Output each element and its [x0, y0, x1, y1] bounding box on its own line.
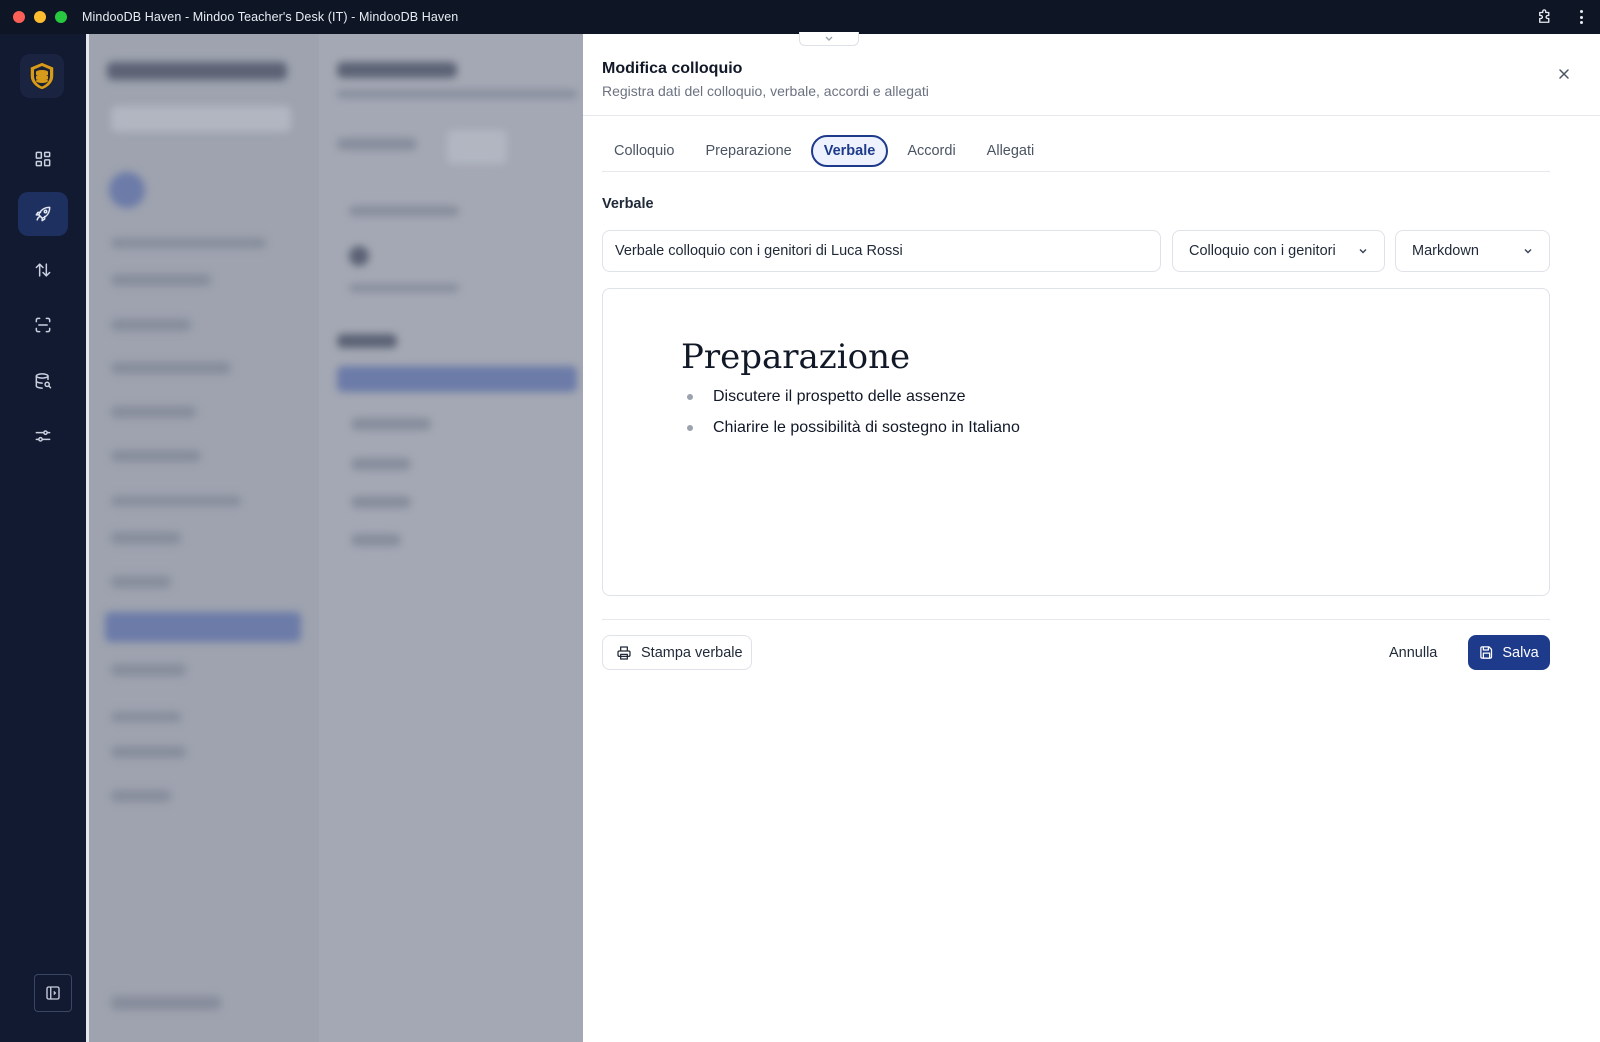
editor-heading: Preparazione	[681, 337, 911, 377]
list-item: Discutere il prospetto delle assenze	[687, 387, 1020, 418]
rail-item-settings[interactable]	[18, 414, 68, 458]
rail-item-scan[interactable]	[18, 303, 68, 347]
tab-accordi[interactable]: Accordi	[895, 136, 967, 166]
sidebar-toggle-icon	[46, 986, 60, 1000]
window-controls	[13, 11, 67, 23]
drawer-title: Modifica colloquio	[602, 60, 743, 77]
printer-icon	[617, 645, 631, 660]
minimize-window-button[interactable]	[34, 11, 46, 23]
background-overlay[interactable]	[86, 34, 583, 1042]
interview-type-value: Colloquio con i genitori	[1189, 243, 1336, 259]
save-button[interactable]: Salva	[1468, 635, 1550, 670]
grid-icon	[35, 151, 51, 167]
sort-arrows-icon	[35, 263, 51, 277]
edit-interview-drawer: Modifica colloquio Registra dati del col…	[583, 32, 1600, 1042]
more-menu-icon[interactable]	[1578, 8, 1584, 26]
scan-icon	[35, 317, 51, 333]
maximize-window-button[interactable]	[55, 11, 67, 23]
drawer-header: Modifica colloquio Registra dati del col…	[583, 34, 1600, 116]
tab-preparazione[interactable]: Preparazione	[693, 136, 803, 166]
minutes-title-input[interactable]: Verbale colloquio con i genitori di Luca…	[602, 230, 1161, 272]
tab-colloquio[interactable]: Colloquio	[602, 136, 686, 166]
rail-item-launch[interactable]	[18, 192, 68, 236]
shield-logo-icon	[20, 54, 64, 98]
rail-item-database[interactable]	[18, 359, 68, 403]
app-rail	[0, 34, 86, 1042]
extension-icon[interactable]	[1536, 8, 1554, 26]
print-minutes-label: Stampa verbale	[641, 644, 743, 661]
database-search-icon	[35, 373, 52, 389]
format-select[interactable]: Markdown	[1395, 230, 1550, 272]
tab-verbale[interactable]: Verbale	[810, 134, 889, 167]
save-label: Salva	[1502, 644, 1539, 661]
sidebar-toggle-button[interactable]	[34, 974, 72, 1012]
window-titlebar: MindooDB Haven - Mindoo Teacher's Desk (…	[0, 0, 1600, 34]
save-icon	[1480, 646, 1493, 659]
footer-divider	[602, 619, 1550, 620]
sliders-icon	[35, 430, 51, 442]
tab-allegati[interactable]: Allegati	[975, 136, 1047, 166]
list-item: Chiarire le possibilità di sostegno in I…	[687, 418, 1020, 449]
window-title: MindooDB Haven - Mindoo Teacher's Desk (…	[82, 10, 459, 24]
print-minutes-button[interactable]: Stampa verbale	[602, 635, 752, 670]
chevron-down-icon	[1359, 249, 1367, 254]
close-window-button[interactable]	[13, 11, 25, 23]
format-value: Markdown	[1412, 243, 1479, 259]
section-label: Verbale	[602, 196, 654, 212]
minutes-editor[interactable]: Preparazione Discutere il prospetto dell…	[602, 288, 1550, 596]
drawer-tabs: Colloquio Preparazione Verbale Accordi A…	[602, 130, 1550, 172]
drawer-subtitle: Registra dati del colloquio, verbale, ac…	[602, 83, 929, 99]
interview-type-select[interactable]: Colloquio con i genitori	[1172, 230, 1385, 272]
editor-bullet-list: Discutere il prospetto delle assenze Chi…	[687, 387, 1020, 449]
close-icon[interactable]	[1556, 66, 1572, 82]
rail-item-dashboard[interactable]	[18, 137, 68, 181]
chevron-down-icon	[1524, 249, 1532, 254]
cancel-button[interactable]: Annulla	[1389, 635, 1437, 670]
rocket-icon	[35, 206, 51, 222]
rail-item-transfer[interactable]	[18, 248, 68, 292]
